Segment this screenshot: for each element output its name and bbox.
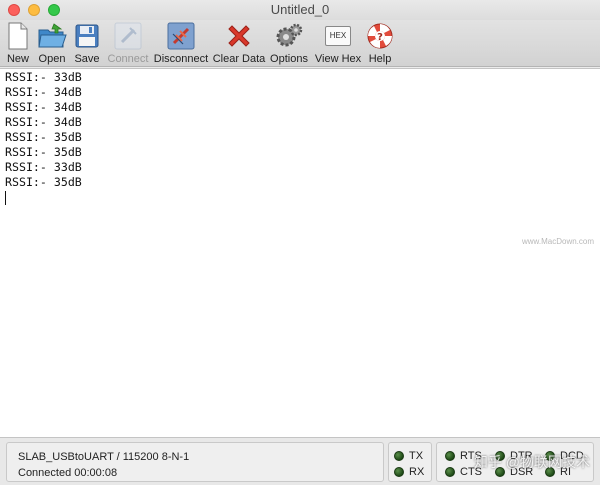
tx-label: TX <box>409 450 424 462</box>
rx-indicator: RX <box>394 466 424 478</box>
options-button[interactable]: Options <box>270 20 308 65</box>
close-window-button[interactable] <box>8 4 20 16</box>
lifebuoy-icon: ? <box>365 21 395 51</box>
gears-icon <box>274 21 304 51</box>
save-button[interactable]: Save <box>72 20 102 65</box>
terminal-line: RSSI:- 33dB <box>5 70 82 84</box>
app-window: Untitled_0 New Open Save Connect Disconn… <box>0 0 600 485</box>
toolbar: New Open Save Connect Disconnect Clear D… <box>0 20 600 67</box>
disconnect-label: Disconnect <box>153 53 209 65</box>
terminal-line: RSSI:- 34dB <box>5 100 82 114</box>
dsr-label: DSR <box>510 466 534 478</box>
connect-button[interactable]: Connect <box>106 20 150 65</box>
title-bar: Untitled_0 <box>0 0 600 20</box>
rts-led-icon <box>445 451 455 461</box>
dsr-indicator: DSR <box>495 466 533 478</box>
red-x-icon <box>224 21 254 51</box>
view-hex-label: View Hex <box>314 53 362 65</box>
window-title: Untitled_0 <box>270 2 330 17</box>
zoom-window-button[interactable] <box>48 4 60 16</box>
ri-indicator: RI <box>545 466 571 478</box>
clear-data-label: Clear Data <box>212 53 266 65</box>
terminal-line: RSSI:- 35dB <box>5 130 82 144</box>
plug-connect-icon <box>113 21 143 51</box>
rts-label: RTS <box>460 450 482 462</box>
ri-led-icon <box>545 467 555 477</box>
rx-led-icon <box>394 467 404 477</box>
minimize-window-button[interactable] <box>28 4 40 16</box>
new-label: New <box>6 53 29 65</box>
dsr-led-icon <box>495 467 505 477</box>
window-controls <box>8 4 60 16</box>
terminal-line: RSSI:- 33dB <box>5 160 82 174</box>
dcd-led-icon <box>545 451 555 461</box>
help-button[interactable]: ? Help <box>366 20 394 65</box>
hex-icon: HEX <box>323 21 353 51</box>
plug-disconnect-icon <box>166 21 196 51</box>
dcd-label: DCD <box>560 450 584 462</box>
clear-data-button[interactable]: Clear Data <box>212 20 266 65</box>
port-settings: SLAB_USBtoUART / 115200 8-N-1 <box>18 451 190 463</box>
document-new-icon <box>3 21 33 51</box>
connection-status: Connected 00:00:08 <box>18 467 118 479</box>
cts-indicator: CTS <box>445 466 482 478</box>
help-label: Help <box>368 53 392 65</box>
terminal-output[interactable]: RSSI:- 33dB RSSI:- 34dB RSSI:- 34dB RSSI… <box>0 68 600 438</box>
ri-label: RI <box>560 466 571 478</box>
terminal-line: RSSI:- 35dB <box>5 175 82 189</box>
folder-open-icon <box>37 21 67 51</box>
save-label: Save <box>74 53 100 65</box>
terminal-line: RSSI:- 34dB <box>5 115 82 129</box>
disconnect-button[interactable]: Disconnect <box>154 20 208 65</box>
rts-indicator[interactable]: RTS <box>445 450 482 462</box>
terminal-line: RSSI:- 34dB <box>5 85 82 99</box>
connect-label: Connect <box>107 53 149 65</box>
tx-led-icon <box>394 451 404 461</box>
txrx-panel: TX RX <box>388 442 432 482</box>
connection-info-panel: SLAB_USBtoUART / 115200 8-N-1 Connected … <box>6 442 384 482</box>
hex-icon-text: HEX <box>325 26 351 46</box>
dtr-label: DTR <box>510 450 533 462</box>
open-label: Open <box>38 53 66 65</box>
terminal-line: RSSI:- 35dB <box>5 145 82 159</box>
status-bar: SLAB_USBtoUART / 115200 8-N-1 Connected … <box>0 438 600 485</box>
cts-led-icon <box>445 467 455 477</box>
dcd-indicator: DCD <box>545 450 584 462</box>
tx-indicator: TX <box>394 450 423 462</box>
view-hex-button[interactable]: HEX View Hex <box>314 20 362 65</box>
floppy-disk-icon <box>72 21 102 51</box>
new-button[interactable]: New <box>4 20 32 65</box>
options-label: Options <box>270 53 308 65</box>
dtr-led-icon <box>495 451 505 461</box>
dtr-indicator[interactable]: DTR <box>495 450 533 462</box>
watermark: www.MacDown.com <box>521 237 594 246</box>
cts-label: CTS <box>460 466 482 478</box>
text-cursor <box>5 191 6 205</box>
rx-label: RX <box>409 466 425 478</box>
open-button[interactable]: Open <box>36 20 68 65</box>
control-lines-panel: RTS DTR DCD CTS DSR RI <box>436 442 594 482</box>
svg-text:?: ? <box>377 32 383 43</box>
